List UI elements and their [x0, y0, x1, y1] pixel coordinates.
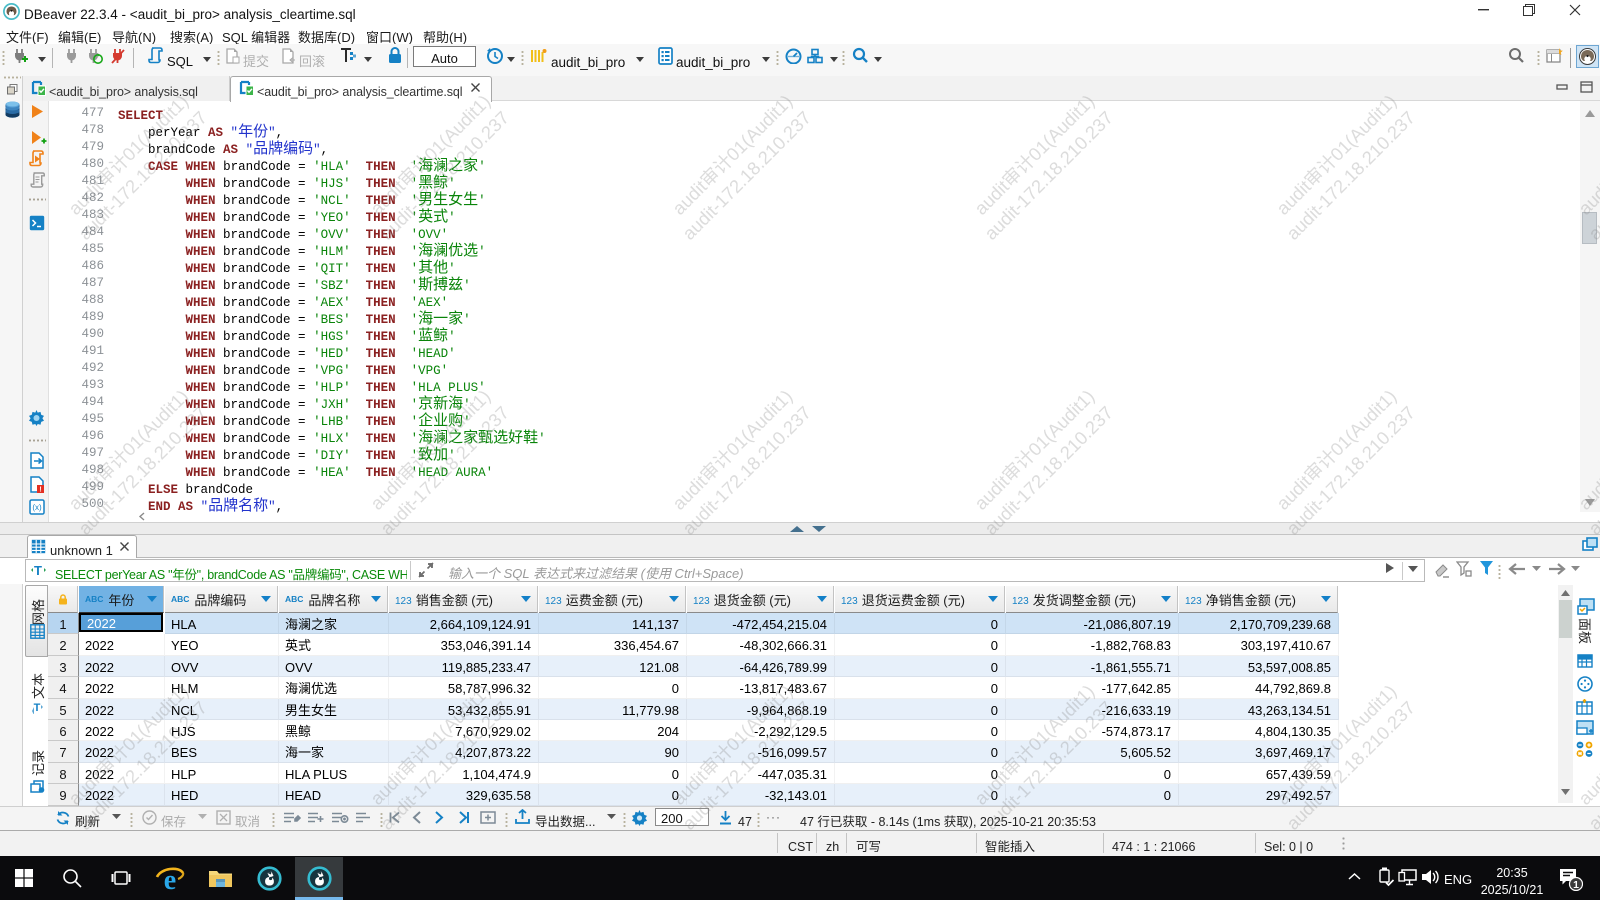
svg-text:audit审计01(Audit1): audit审计01(Audit1): [666, 88, 798, 220]
svg-text:audit审计01(Audit1): audit审计01(Audit1): [666, 383, 798, 515]
svg-text:!: !: [39, 485, 41, 494]
svg-text:audit-172.18.210.237: audit-172.18.210.237: [676, 105, 817, 246]
svg-text:文本: 文本: [28, 673, 45, 699]
svg-text:记录: 记录: [28, 750, 45, 776]
svg-text:(x): (x): [32, 502, 42, 513]
svg-text:audit-172.18.210.237: audit-172.18.210.237: [978, 105, 1119, 246]
svg-text:T: T: [34, 701, 41, 714]
svg-text:网格: 网格: [28, 599, 45, 625]
svg-text:audit-172.18.210.237: audit-172.18.210.237: [676, 400, 817, 541]
svg-text:T: T: [34, 563, 42, 578]
svg-text:1: 1: [1573, 877, 1579, 891]
svg-text:audit审计01(Audit1): audit审计01(Audit1): [968, 88, 1100, 220]
svg-text:audit审计01(Audit1): audit审计01(Audit1): [1270, 88, 1402, 220]
svg-text:audit-172.18.210.237: audit-172.18.210.237: [1280, 400, 1421, 541]
svg-text:audit-172.18.210.237: audit-172.18.210.237: [978, 400, 1119, 541]
svg-text:audit-172.18.210.237: audit-172.18.210.237: [1280, 105, 1421, 246]
svg-text:audit审计01(Audit1): audit审计01(Audit1): [1270, 383, 1402, 515]
svg-text:audit审计01(Audit1): audit审计01(Audit1): [968, 383, 1100, 515]
svg-text:面板: 面板: [1577, 618, 1595, 644]
